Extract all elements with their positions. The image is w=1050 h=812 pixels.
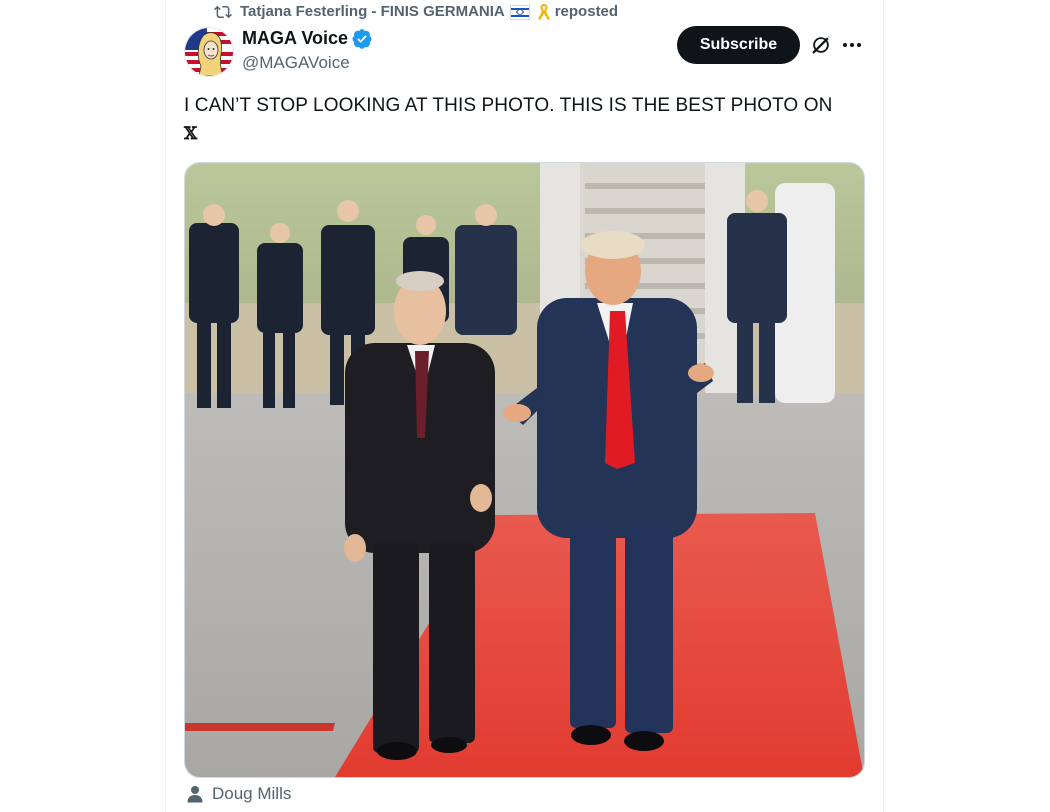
subscribe-button[interactable]: Subscribe <box>677 26 800 64</box>
post-photo[interactable] <box>184 162 865 778</box>
post-text: I CAN’T STOP LOOKING AT THIS PHOTO. THIS… <box>184 92 864 148</box>
israel-flag-icon <box>510 4 531 20</box>
repost-label: reposted <box>554 2 619 20</box>
reposter-name[interactable]: Tatjana Festerling - FINIS GERMANIA <box>240 3 504 20</box>
timeline-left-border <box>165 0 166 812</box>
grok-icon[interactable] <box>810 34 832 56</box>
x-logo-text: 𝕏 <box>184 124 198 144</box>
avatar[interactable] <box>184 27 234 77</box>
author-name[interactable]: MAGA Voice <box>242 28 372 49</box>
repost-context[interactable]: Tatjana Festerling - FINIS GERMANIA repo… <box>214 0 618 24</box>
timeline-right-border <box>883 0 884 812</box>
more-icon[interactable] <box>842 35 862 55</box>
avatar-image <box>185 28 233 76</box>
person-icon <box>187 786 203 803</box>
photo-credit: Doug Mills <box>186 782 291 806</box>
repost-icon <box>214 5 232 19</box>
author-display-name[interactable]: MAGA Voice <box>242 28 348 49</box>
photo-image <box>185 163 864 777</box>
verified-badge-icon[interactable] <box>352 28 372 49</box>
post-body: I CAN’T STOP LOOKING AT THIS PHOTO. THIS… <box>184 95 833 116</box>
yellow-ribbon-icon <box>537 4 550 21</box>
photo-credit-name: Doug Mills <box>212 784 292 803</box>
author-handle[interactable]: @MAGAVoice <box>242 53 350 73</box>
